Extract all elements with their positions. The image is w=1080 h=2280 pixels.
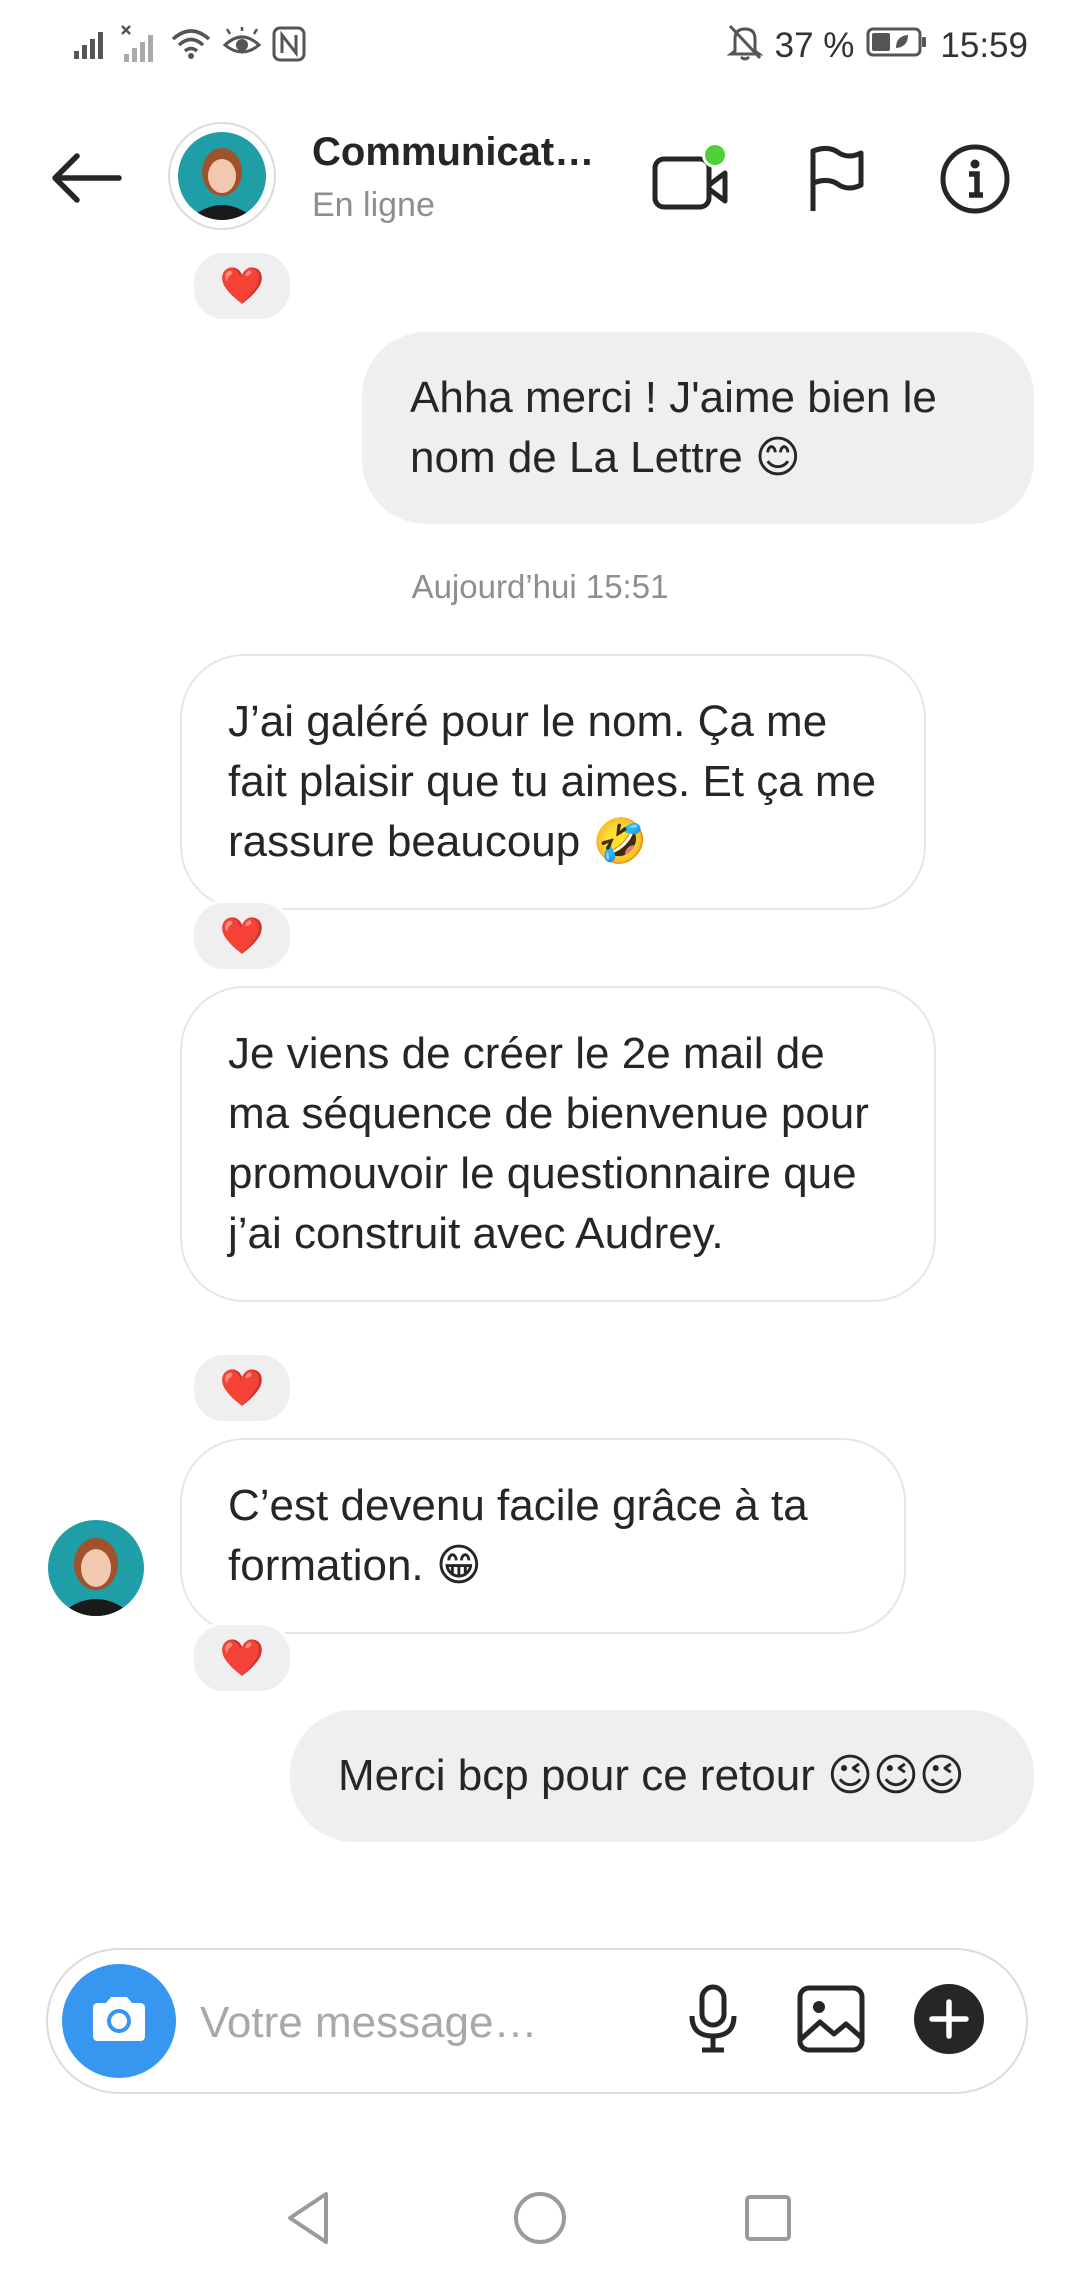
back-triangle-icon <box>282 2190 334 2251</box>
report-button[interactable] <box>792 136 882 226</box>
incoming-message[interactable]: C’est devenu facile grâce à ta formation… <box>180 1438 906 1634</box>
system-nav-bar <box>0 2150 1080 2280</box>
camera-button[interactable] <box>62 1964 176 2078</box>
battery-percent: 37 % <box>774 26 855 65</box>
more-options-button[interactable] <box>904 1976 994 2066</box>
contact-name[interactable]: Communicat… <box>312 130 602 175</box>
message-reaction[interactable]: ❤️ <box>191 1622 293 1694</box>
camera-icon <box>89 1994 149 2049</box>
message-text: J’ai galéré pour le nom. Ça me fait plai… <box>228 697 877 866</box>
heart-icon: ❤️ <box>219 915 265 956</box>
chat-header: Communicat… En ligne <box>0 100 1080 260</box>
incoming-message[interactable]: J’ai galéré pour le nom. Ça me fait plai… <box>180 654 926 910</box>
nav-home-button[interactable] <box>500 2180 580 2260</box>
heart-icon: ❤️ <box>219 1637 265 1678</box>
contact-status: En ligne <box>312 186 435 224</box>
message-timestamp: Aujourd’hui 15:51 <box>411 568 669 605</box>
status-bar-left-icons <box>72 22 306 70</box>
back-arrow-icon <box>49 150 123 211</box>
signal-no-service-icon <box>120 24 160 69</box>
heart-icon: ❤️ <box>219 1367 265 1408</box>
message-reaction[interactable]: ❤️ <box>191 1352 293 1424</box>
outgoing-message[interactable]: Merci bcp pour ce retour 😉😉😉 <box>290 1710 1034 1842</box>
status-bar-right: 37 % 15:59 <box>726 22 1028 70</box>
message-input[interactable] <box>198 1990 642 2056</box>
home-circle-icon <box>512 2190 568 2251</box>
outgoing-message[interactable]: Ahha merci ! J'aime bien le nom de La Le… <box>362 332 1034 524</box>
battery-icon <box>866 26 928 67</box>
clock: 15:59 <box>940 26 1028 65</box>
voice-message-button[interactable] <box>668 1976 758 2066</box>
heart-icon: ❤️ <box>219 265 265 306</box>
nav-recents-button[interactable] <box>728 2180 808 2260</box>
plus-icon <box>912 1982 986 2061</box>
wifi-icon <box>170 27 212 66</box>
message-text: Je viens de créer le 2e mail de ma séque… <box>228 1029 869 1258</box>
bell-muted-icon <box>726 23 764 70</box>
message-text: Ahha merci ! J'aime bien le nom de La Le… <box>410 373 937 482</box>
status-bar: 37 % 15:59 <box>0 0 1080 92</box>
sender-avatar[interactable] <box>48 1520 144 1616</box>
microphone-icon <box>685 1984 741 2059</box>
message-text: Merci bcp pour ce retour 😉😉😉 <box>338 1751 965 1800</box>
incoming-message[interactable]: Je viens de créer le 2e mail de ma séque… <box>180 986 936 1302</box>
message-composer <box>46 1948 1028 2094</box>
message-text: C’est devenu facile grâce à ta formation… <box>228 1481 808 1590</box>
message-reaction[interactable]: ❤️ <box>191 900 293 972</box>
message-reaction[interactable]: ❤️ <box>191 250 293 322</box>
flag-icon <box>807 145 867 218</box>
signal-icon <box>72 27 110 66</box>
contact-avatar[interactable] <box>168 122 276 230</box>
gallery-button[interactable] <box>786 1976 876 2066</box>
message-list[interactable]: ❤️ Ahha merci ! J'aime bien le nom de La… <box>0 250 1080 1930</box>
video-call-icon <box>649 141 733 222</box>
gallery-icon <box>796 1984 866 2059</box>
info-icon <box>939 143 1011 220</box>
back-button[interactable] <box>42 140 130 220</box>
eye-comfort-icon <box>222 26 262 66</box>
avatar-photo <box>178 132 266 220</box>
recents-square-icon <box>742 2192 794 2249</box>
video-call-button[interactable] <box>646 136 736 226</box>
nfc-icon <box>272 26 306 67</box>
info-button[interactable] <box>930 136 1020 226</box>
nav-back-button[interactable] <box>268 2180 348 2260</box>
